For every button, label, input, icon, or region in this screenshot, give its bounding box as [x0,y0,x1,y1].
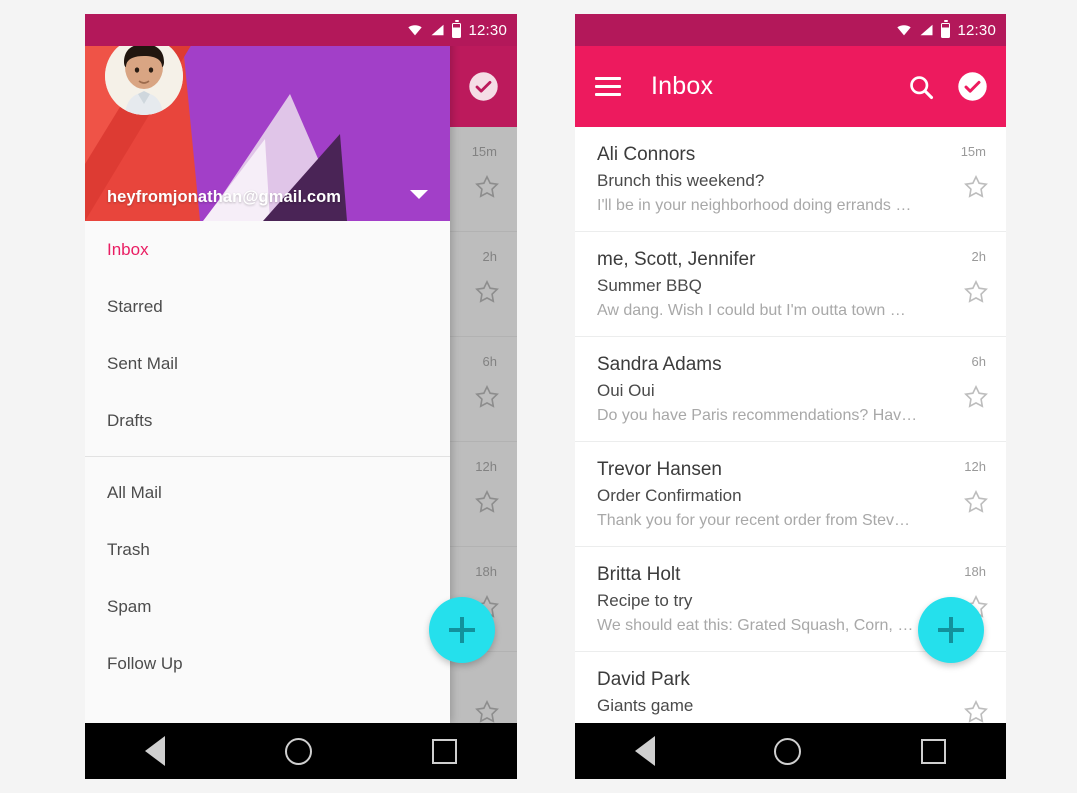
mail-sender: Britta Holt [597,564,681,585]
star-outline-icon[interactable] [963,384,989,410]
drawer-item-spam[interactable]: Spam [85,578,450,635]
mail-snippet: Thank you for your recent order from Ste… [597,512,911,529]
mail-time: 18h [964,564,986,579]
hamburger-menu-icon[interactable] [595,77,621,96]
mail-subject: Giants game [597,696,694,715]
mail-row[interactable]: me, Scott, Jennifer Summer BBQ Aw dang. … [575,232,1006,337]
mail-row[interactable]: Ali Connors Brunch this weekend? I'll be… [575,127,1006,232]
drawer-item-label: Trash [107,539,150,559]
mail-time: 6h [482,354,497,369]
drawer-group-secondary: All Mail Trash Spam Follow Up [85,464,450,692]
star-outline-icon[interactable] [963,489,989,515]
back-triangle-icon[interactable] [145,736,165,766]
mail-snippet: I'll be in your neighborhood doing erran… [597,197,912,214]
compose-fab[interactable] [918,597,984,663]
mail-row[interactable]: Sandra Adams Oui Oui Do you have Paris r… [575,337,1006,442]
mail-sender: Ali Connors [597,144,696,165]
cellular-signal-icon [431,24,444,36]
mail-time: 15m [471,144,497,159]
search-icon[interactable] [907,73,935,101]
star-outline-icon [475,699,499,723]
mail-subject: Summer BBQ [597,276,702,295]
mail-time: 18h [475,564,497,579]
mail-time: 6h [971,354,986,369]
home-circle-icon[interactable] [285,737,312,765]
drawer-item-label: All Mail [107,482,162,502]
drawer-item-trash[interactable]: Trash [85,521,450,578]
back-triangle-icon[interactable] [634,736,655,766]
mail-subject: Oui Oui [597,381,655,400]
drawer-item-label: Spam [107,596,152,616]
battery-icon [452,19,462,38]
star-outline-icon[interactable] [963,699,989,723]
star-outline-icon[interactable] [963,279,989,305]
mail-subject: Brunch this weekend? [597,171,765,190]
status-bar: 12:30 [575,14,1006,46]
star-outline-icon[interactable] [963,174,989,200]
drawer-item-starred[interactable]: Starred [85,278,450,335]
drawer-divider [85,456,450,457]
mail-subject: Order Confirmation [597,486,742,505]
check-circle-icon[interactable] [957,71,988,102]
drawer-item-label: Follow Up [107,653,183,673]
star-outline-icon [475,384,499,408]
mail-time: 12h [475,459,497,474]
drawer-item-label: Drafts [107,410,153,430]
star-outline-icon [475,489,499,513]
user-avatar-photo [105,37,183,115]
mail-time: 15m [960,144,986,159]
recents-square-icon[interactable] [432,738,457,764]
wifi-icon [897,25,912,36]
recents-square-icon[interactable] [921,738,947,764]
page-title: Inbox [651,72,714,100]
battery-icon [941,19,951,38]
home-circle-icon[interactable] [774,737,802,765]
avatar[interactable] [105,37,183,115]
drawer-item-drafts[interactable]: Drafts [85,392,450,449]
check-circle-icon [469,72,498,101]
app-bar: Inbox [575,46,1006,127]
mail-sender: me, Scott, Jennifer [597,249,756,270]
drawer-item-label: Starred [107,296,163,316]
plus-icon [449,617,475,643]
mail-row[interactable]: Trevor Hansen Order Confirmation Thank y… [575,442,1006,547]
phone-right-inbox: 12:30 Inbox Ali Connors Brunch this week… [575,14,1006,779]
status-bar-clock: 12:30 [957,21,996,39]
mail-time: 2h [971,249,986,264]
account-email: heyfromjonathan@gmail.com [107,188,342,206]
chevron-down-icon[interactable] [410,190,428,199]
mail-snippet: Aw dang. Wish I could but I'm outta town… [597,302,906,319]
star-outline-icon [475,279,499,303]
navigation-drawer: heyfromjonathan@gmail.com Inbox Starred … [85,14,450,723]
drawer-item-inbox[interactable]: Inbox [85,221,450,278]
mail-time: 2h [482,249,497,264]
drawer-item-label: Sent Mail [107,353,178,373]
mail-snippet: We should eat this: Grated Squash, Corn,… [597,617,914,634]
cellular-signal-icon [920,24,933,36]
drawer-item-label: Inbox [107,239,149,259]
mail-sender: Sandra Adams [597,354,722,375]
phone-screen: 12:30 Inbox Ali Connors Brunch this week… [575,14,1006,723]
star-outline-icon [475,174,499,198]
phone-left-drawer-open: 15m 2h 6h 12h 18h 12:30 heyfromjonathan@… [85,14,517,779]
drawer-group-primary: Inbox Starred Sent Mail Drafts [85,221,450,449]
android-navigation-bar [575,723,1006,779]
status-bar-clock: 12:30 [468,21,507,39]
mail-sender: Trevor Hansen [597,459,722,480]
wifi-icon [408,25,423,36]
drawer-item-follow-up[interactable]: Follow Up [85,635,450,692]
mail-time: 12h [964,459,986,474]
mail-sender: David Park [597,669,690,690]
drawer-item-sent-mail[interactable]: Sent Mail [85,335,450,392]
plus-icon [938,617,964,643]
compose-fab[interactable] [429,597,495,663]
screenshot-stage: 15m 2h 6h 12h 18h 12:30 heyfromjonathan@… [0,0,1077,793]
status-bar: 12:30 [85,14,517,46]
mail-row[interactable]: David Park Giants game Any interest in s… [575,652,1006,723]
android-navigation-bar [85,723,517,779]
mail-snippet: Do you have Paris recommendations? Hav… [597,407,918,424]
drawer-item-all-mail[interactable]: All Mail [85,464,450,521]
